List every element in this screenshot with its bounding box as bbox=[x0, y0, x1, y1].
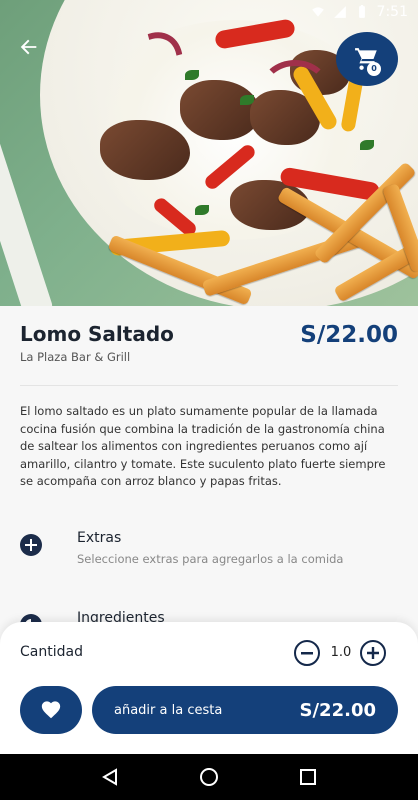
quantity-decrement-button[interactable] bbox=[294, 640, 320, 666]
restaurant-name: La Plaza Bar & Grill bbox=[20, 350, 131, 364]
add-to-cart-button[interactable]: añadir a la cesta S/22.00 bbox=[92, 686, 398, 734]
status-bar: 7:51 bbox=[0, 0, 418, 24]
heart-icon bbox=[41, 701, 61, 719]
signal-icon bbox=[333, 6, 346, 18]
battery-icon bbox=[358, 5, 365, 18]
circle-home-icon bbox=[199, 768, 218, 786]
divider bbox=[20, 385, 398, 386]
nav-home-button[interactable] bbox=[197, 765, 221, 789]
favorite-button[interactable] bbox=[20, 686, 82, 734]
quantity-label: Cantidad bbox=[20, 644, 83, 660]
arrow-left-icon bbox=[20, 39, 37, 55]
minus-icon bbox=[301, 652, 313, 655]
quantity-value: 1.0 bbox=[330, 645, 352, 660]
wifi-icon bbox=[311, 7, 324, 17]
square-recents-icon bbox=[300, 769, 317, 785]
cart-count-badge: 0 bbox=[367, 62, 381, 76]
back-button[interactable] bbox=[14, 36, 44, 66]
product-title: Lomo Saltado bbox=[20, 322, 174, 346]
quantity-increment-button[interactable] bbox=[360, 640, 386, 666]
plus-icon bbox=[367, 647, 379, 659]
status-time: 7:51 bbox=[376, 4, 408, 20]
product-description: El lomo saltado es un plato sumamente po… bbox=[20, 404, 386, 489]
nav-recents-button[interactable] bbox=[296, 765, 320, 789]
product-price: S/22.00 bbox=[300, 322, 398, 348]
extras-title: Extras bbox=[77, 530, 122, 546]
triangle-back-icon bbox=[101, 768, 117, 786]
add-to-cart-label: añadir a la cesta bbox=[114, 702, 223, 718]
add-to-cart-price: S/22.00 bbox=[299, 699, 376, 721]
cart-button[interactable]: 0 bbox=[336, 32, 398, 86]
system-nav-bar bbox=[0, 754, 418, 800]
extras-section[interactable]: Extras Seleccione extras para agregarlos… bbox=[20, 530, 398, 570]
nav-back-button[interactable] bbox=[98, 765, 122, 789]
extras-subtitle: Seleccione extras para agregarlos a la c… bbox=[77, 552, 344, 566]
cart-panel: Cantidad 1.0 añadir a la cesta S/22.00 bbox=[0, 622, 418, 754]
plus-circle-icon bbox=[20, 534, 42, 556]
